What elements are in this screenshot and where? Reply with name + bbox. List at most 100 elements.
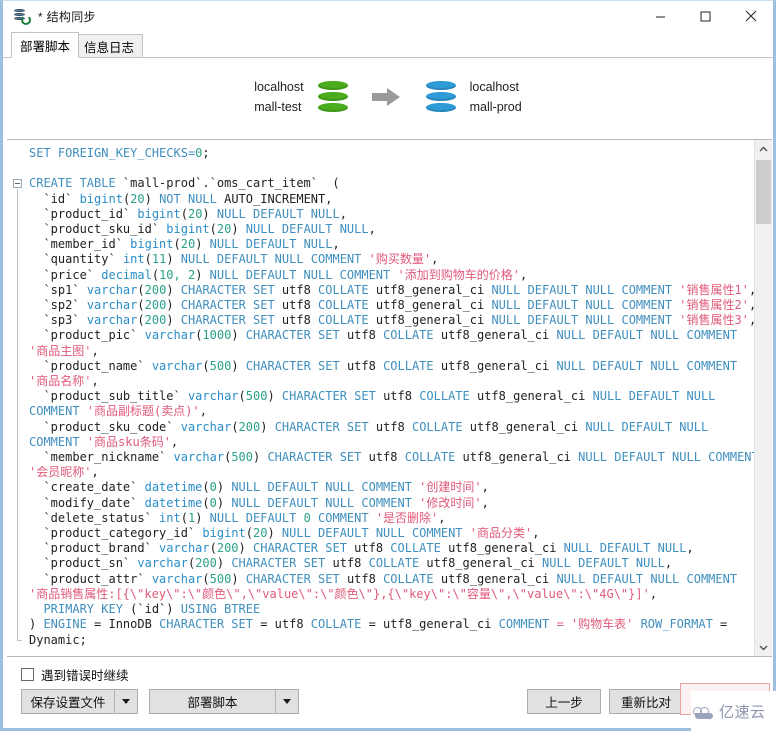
cloud-logo-icon: [693, 705, 715, 719]
save-settings-label[interactable]: 保存设置文件: [22, 690, 114, 713]
tab-deploy-script[interactable]: 部署脚本: [11, 32, 80, 58]
continue-on-error-label: 遇到错误时继续: [41, 669, 129, 683]
code-token: utf8_general_ci: [476, 389, 593, 404]
code-token: '是否删除': [375, 510, 439, 525]
continue-on-error-checkbox[interactable]: 遇到错误时继续: [21, 665, 129, 684]
code-line: `id` bigint(20) NOT NULL AUTO_INCREMENT,: [7, 192, 754, 207]
code-token: (`id`): [130, 602, 181, 617]
code-token: varchar: [144, 328, 196, 343]
recompare-button[interactable]: 重新比对: [609, 689, 683, 714]
code-token: ,: [332, 237, 340, 252]
fold-toggle-icon[interactable]: [13, 179, 22, 189]
maximize-button[interactable]: [683, 1, 728, 31]
deploy-script-dropdown[interactable]: [275, 690, 298, 713]
code-token: = utf8_general_ci: [368, 617, 499, 632]
code-line: `sp3` varchar(200) CHARACTER SET utf8 CO…: [7, 313, 754, 328]
code-token: ,: [368, 222, 376, 237]
code-token: (: [180, 206, 188, 221]
code-token: COLLATE: [368, 556, 427, 571]
code-token: 20: [216, 222, 232, 237]
code-token: varchar: [151, 571, 203, 586]
code-line: `product_name` varchar(500) CHARACTER SE…: [7, 359, 754, 374]
code-token: ROW_FORMAT: [640, 617, 721, 632]
save-settings-button[interactable]: 保存设置文件: [21, 689, 138, 714]
code-token: COLLATE: [318, 298, 376, 313]
code-token: NULL DEFAULT NULL COMMENT: [578, 450, 754, 465]
scroll-up-button[interactable]: [755, 140, 772, 158]
code-token: ,: [438, 510, 446, 525]
code-token: utf8_general_ci: [426, 556, 542, 571]
code-token: ,: [431, 252, 439, 267]
code-line: `product_sku_id` bigint(20) NULL DEFAULT…: [7, 222, 754, 237]
code-token: CHARACTER SET: [159, 617, 261, 632]
code-token: ): [166, 313, 181, 328]
code-token: PRIMARY KEY: [43, 602, 131, 617]
code-token: (: [151, 267, 160, 282]
code-token: utf8_general_ci: [462, 450, 579, 465]
code-token: CHARACTER SET: [245, 328, 347, 343]
code-token: 500: [209, 358, 232, 373]
minimize-button[interactable]: [638, 1, 683, 31]
code-token: NULL DEFAULT NULL: [542, 556, 665, 571]
code-token: ): [216, 495, 232, 510]
code-token: utf8_general_ci: [440, 328, 557, 343]
code-token: 20: [180, 237, 196, 252]
code-line: '会员昵称',: [7, 465, 754, 480]
code-token: CHARACTER SET: [180, 298, 282, 313]
code-token: `quantity`: [43, 252, 123, 267]
close-button[interactable]: [728, 1, 773, 31]
code-token: `product_id`: [43, 206, 138, 221]
code-token: 200: [216, 541, 239, 556]
source-connection: localhost mall-test: [254, 77, 348, 117]
code-token: '销售属性2': [679, 298, 749, 313]
scroll-down-button[interactable]: [755, 638, 772, 656]
target-database: mall-prod: [469, 100, 522, 114]
previous-step-button[interactable]: 上一步: [527, 689, 601, 714]
code-token: SET FOREIGN_KEY_CHECKS=: [29, 146, 196, 160]
code-token: bigint: [79, 191, 123, 206]
source-database: mall-test: [254, 100, 302, 114]
deploy-script-button[interactable]: 部署脚本: [149, 689, 299, 714]
code-token: CHARACTER SET: [245, 571, 347, 586]
code-line: CREATE TABLE `mall-prod`.`oms_cart_item`…: [7, 176, 754, 191]
code-token: 20: [130, 191, 145, 206]
code-token: ,: [481, 480, 489, 495]
editor-vertical-scrollbar[interactable]: [754, 140, 772, 656]
code-token: 20: [187, 206, 203, 221]
code-token: ): [195, 510, 210, 525]
code-token: ): [195, 267, 210, 282]
scrollbar-thumb[interactable]: [756, 160, 771, 224]
code-line: PRIMARY KEY (`id`) USING BTREE: [7, 602, 754, 617]
code-token: 200: [144, 313, 167, 328]
code-token: 20: [253, 526, 268, 541]
window-title: * 结构同步: [38, 9, 96, 24]
checkbox-box[interactable]: [21, 668, 34, 681]
watermark-text: 亿速云: [719, 703, 766, 721]
code-token: `product_pic`: [43, 328, 145, 343]
code-token: 200: [238, 419, 261, 434]
code-token: `product_category_id`: [43, 526, 203, 541]
code-line: `price` decimal(10, 2) NULL DEFAULT NULL…: [7, 268, 754, 283]
code-token: ): [216, 480, 232, 495]
code-token: (: [137, 313, 145, 328]
code-token: utf8: [375, 419, 412, 434]
code-line: `sp1` varchar(200) CHARACTER SET utf8 CO…: [7, 283, 754, 298]
code-token: (: [137, 298, 145, 313]
tab-info-log[interactable]: 信息日志: [75, 34, 144, 58]
sql-editor[interactable]: SET FOREIGN_KEY_CHECKS=0; CREATE TABLE `…: [7, 139, 772, 657]
code-token: NULL DEFAULT NULL: [585, 419, 709, 434]
code-token: varchar: [180, 419, 232, 434]
sql-code-body[interactable]: SET FOREIGN_KEY_CHECKS=0; CREATE TABLE `…: [7, 140, 754, 656]
code-token: = '购物车表': [556, 617, 641, 632]
code-token: COLLATE: [383, 328, 441, 343]
code-token: `product_sku_code`: [43, 419, 181, 434]
code-token: 500: [245, 389, 268, 404]
code-token: (: [245, 526, 253, 541]
target-database-icon: [425, 81, 456, 113]
code-token: `product_attr`: [43, 571, 152, 586]
save-settings-dropdown[interactable]: [114, 690, 137, 713]
code-token: '销售属性3': [679, 313, 749, 328]
deploy-script-label[interactable]: 部署脚本: [150, 690, 275, 713]
code-line: `product_sub_title` varchar(500) CHARACT…: [7, 389, 754, 404]
code-token: `create_date`: [43, 480, 145, 495]
